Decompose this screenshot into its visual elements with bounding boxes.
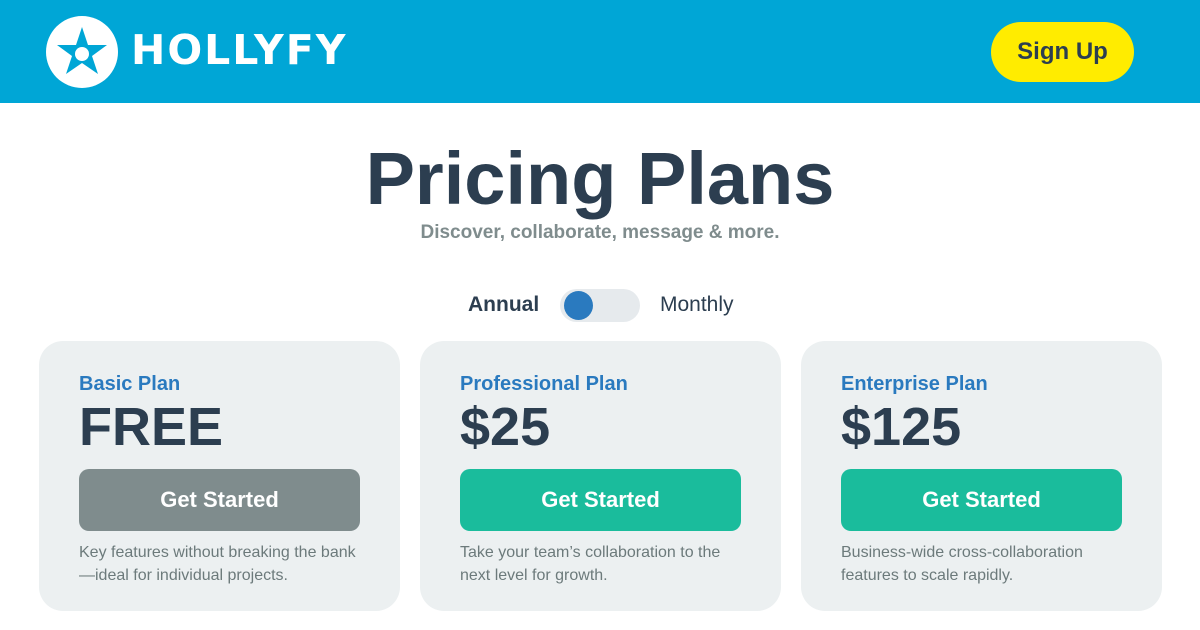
billing-period-switch[interactable] bbox=[560, 289, 640, 322]
get-started-button-enterprise[interactable]: Get Started bbox=[841, 469, 1122, 531]
plan-description: Take your team’s collaboration to the ne… bbox=[460, 544, 721, 584]
plan-name: Basic Plan bbox=[79, 373, 181, 395]
plan-price: $25 bbox=[460, 397, 551, 457]
get-started-button-professional[interactable]: Get Started bbox=[460, 469, 741, 531]
top-navigation-bar: HOLLYFY Sign Up bbox=[0, 0, 1200, 103]
plan-price: $125 bbox=[841, 397, 962, 457]
plan-name: Enterprise Plan bbox=[841, 373, 988, 395]
get-started-button-basic[interactable]: Get Started bbox=[79, 469, 360, 531]
plan-card-professional: Professional Plan $25 Get Started Take y… bbox=[420, 341, 781, 611]
page-title: Pricing Plans bbox=[365, 137, 835, 220]
monthly-label[interactable]: Monthly bbox=[660, 293, 734, 317]
brand-name[interactable]: HOLLYFY bbox=[131, 24, 347, 76]
plan-card-enterprise: Enterprise Plan $125 Get Started Busines… bbox=[801, 341, 1162, 611]
plan-description: Key features without breaking the bank—i… bbox=[79, 544, 356, 584]
page-subtitle: Discover, collaborate, message & more. bbox=[420, 222, 780, 243]
plan-price: FREE bbox=[79, 397, 224, 457]
plan-name: Professional Plan bbox=[460, 373, 628, 395]
plan-card-basic: Basic Plan FREE Get Started Key features… bbox=[39, 341, 400, 611]
plan-description: Business-wide cross-collaboration featur… bbox=[841, 544, 1083, 584]
annual-label[interactable]: Annual bbox=[468, 293, 539, 317]
billing-toggle: Annual Monthly bbox=[0, 288, 1200, 322]
sign-up-button[interactable]: Sign Up bbox=[991, 22, 1134, 82]
switch-knob bbox=[564, 291, 593, 320]
star-icon[interactable] bbox=[46, 16, 118, 88]
